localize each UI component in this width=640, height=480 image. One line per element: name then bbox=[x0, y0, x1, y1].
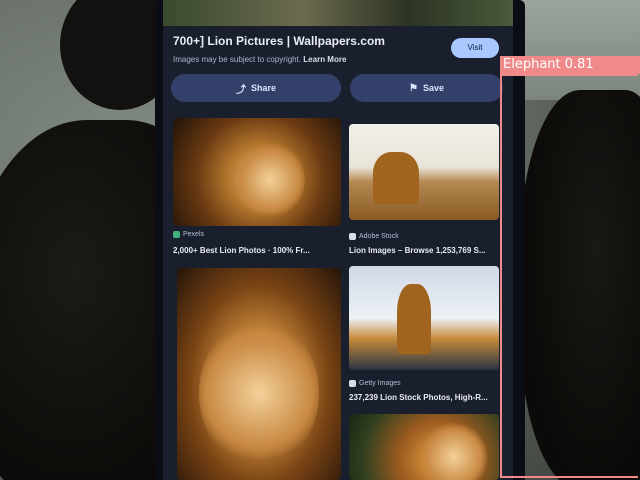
getty-images-icon bbox=[349, 380, 356, 387]
result-source: Pexels bbox=[173, 231, 204, 238]
save-button[interactable]: ⚑ Save bbox=[350, 74, 503, 102]
result-image[interactable] bbox=[349, 414, 499, 480]
copyright-text: Images may be subject to copyright. bbox=[173, 55, 302, 64]
result-caption[interactable]: 2,000+ Best Lion Photos · 100% Fr... bbox=[173, 246, 310, 255]
standing-lion bbox=[397, 284, 431, 354]
result-title[interactable]: 700+] Lion Pictures | Wallpapers.com bbox=[173, 34, 385, 48]
result-image[interactable] bbox=[349, 124, 499, 220]
result-caption[interactable]: 237,239 Lion Stock Photos, High-R... bbox=[349, 393, 499, 402]
detection-box bbox=[500, 74, 638, 478]
standing-lion bbox=[373, 152, 419, 204]
result-caption[interactable]: Lion Images – Browse 1,253,769 S... bbox=[349, 246, 499, 255]
detection-label: Elephant 0.81 bbox=[500, 56, 640, 74]
share-icon: ⤴ bbox=[235, 84, 246, 96]
lion-face bbox=[235, 140, 305, 220]
pexels-icon bbox=[173, 231, 180, 238]
result-source: Adobe Stock bbox=[349, 233, 399, 240]
adobe-stock-icon bbox=[349, 233, 356, 240]
share-button[interactable]: ⤴ Share bbox=[171, 74, 341, 102]
learn-more-link[interactable]: Learn More bbox=[303, 55, 346, 64]
lion-face bbox=[419, 422, 489, 480]
share-label: Share bbox=[250, 83, 276, 93]
bookmark-icon: ⚑ bbox=[409, 82, 418, 94]
copyright-notice: Images may be subject to copyright. Lear… bbox=[173, 55, 346, 64]
result-image[interactable] bbox=[173, 118, 341, 226]
visit-button[interactable]: Visit bbox=[451, 38, 499, 58]
save-label: Save bbox=[422, 83, 444, 93]
phone-screen: 700+] Lion Pictures | Wallpapers.com Ima… bbox=[163, 0, 513, 480]
lion-face bbox=[199, 318, 319, 468]
result-image[interactable] bbox=[177, 268, 341, 480]
result-image[interactable] bbox=[349, 266, 499, 370]
webcam-scene: 700+] Lion Pictures | Wallpapers.com Ima… bbox=[0, 0, 640, 480]
previous-image-strip bbox=[163, 0, 513, 26]
result-source: Getty Images bbox=[349, 380, 401, 387]
